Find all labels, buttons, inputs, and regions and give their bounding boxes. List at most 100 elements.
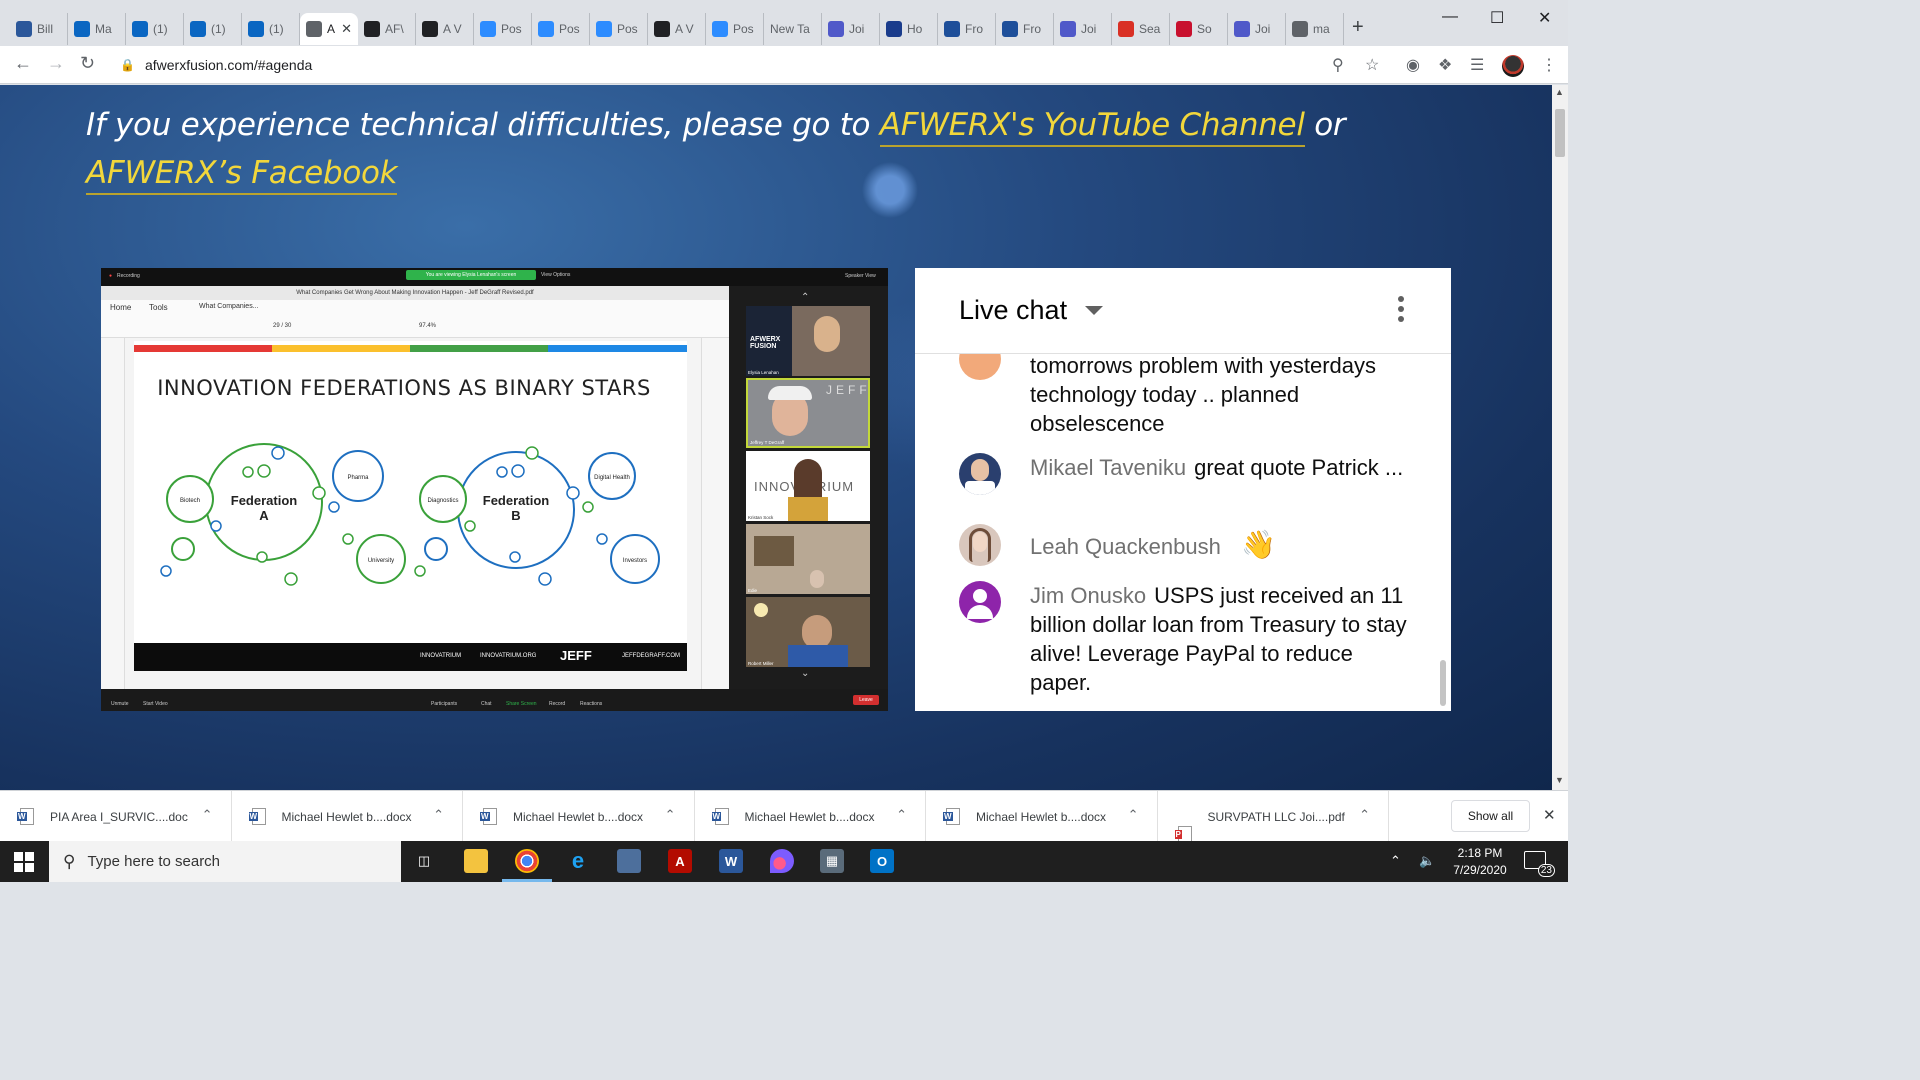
internet-explorer-icon[interactable]: e xyxy=(566,848,590,873)
record-button[interactable]: Record xyxy=(549,701,565,707)
avatar[interactable] xyxy=(959,524,1001,566)
close-shelf-icon[interactable]: ✕ xyxy=(1543,806,1556,824)
chat-button[interactable]: Chat xyxy=(481,701,492,707)
url-text[interactable]: afwerxfusion.com/#agenda xyxy=(145,57,312,73)
view-options-button[interactable]: View Options xyxy=(541,272,570,278)
unmute-button[interactable]: Unmute xyxy=(111,701,129,707)
chevron-up-icon[interactable]: ⌃ xyxy=(665,807,676,823)
browser-tab[interactable]: Joi xyxy=(1054,13,1112,45)
calculator-icon[interactable]: ▦ xyxy=(820,849,844,873)
outlook-icon[interactable]: O xyxy=(870,849,894,873)
acrobat-icon[interactable]: A xyxy=(668,849,692,873)
browser-tab[interactable]: (1) xyxy=(126,13,184,45)
reload-icon[interactable]: ↻ xyxy=(80,53,95,74)
chevron-up-icon[interactable]: ⌃ xyxy=(1359,807,1370,823)
file-explorer-icon[interactable] xyxy=(464,849,488,873)
chat-scrollbar[interactable] xyxy=(1440,660,1446,706)
browser-tab[interactable]: Pos xyxy=(474,13,532,45)
chat-mode-dropdown-icon[interactable] xyxy=(1085,306,1103,315)
browser-tab[interactable]: A ✕ xyxy=(300,13,358,45)
windows-start-icon[interactable] xyxy=(14,852,34,872)
browser-tab[interactable]: A V xyxy=(416,13,474,45)
back-icon[interactable]: ← xyxy=(14,53,32,74)
reactions-button[interactable]: Reactions xyxy=(580,701,602,707)
clock[interactable]: 2:18 PM 7/29/2020 xyxy=(1446,845,1514,879)
close-window-button[interactable]: ✕ xyxy=(1538,8,1551,28)
chevron-up-icon[interactable]: ⌃ xyxy=(1128,807,1139,823)
download-item[interactable]: Michael Hewlet b....docx ⌃ xyxy=(695,791,926,842)
browser-tab[interactable]: AF\ xyxy=(358,13,416,45)
facebook-link[interactable]: AFWERX’s Facebook xyxy=(86,155,398,195)
download-item[interactable]: SURVPATH LLC Joi....pdf ⌃ xyxy=(1158,791,1389,843)
tray-overflow-icon[interactable]: ⌃ xyxy=(1390,853,1401,869)
browser-tab[interactable]: Joi xyxy=(1228,13,1286,45)
chat-author[interactable]: Mikael Taveniku xyxy=(1030,455,1186,480)
gallery-up-icon[interactable]: ⌃ xyxy=(801,292,809,303)
address-bar[interactable]: 🔒 afwerxfusion.com/#agenda xyxy=(112,50,1394,80)
chat-author[interactable]: Jim Onusko xyxy=(1030,583,1146,608)
browser-tab[interactable]: Bill xyxy=(10,13,68,45)
browser-tab[interactable]: Sea xyxy=(1112,13,1170,45)
browser-tab[interactable]: Fro xyxy=(996,13,1054,45)
avatar[interactable] xyxy=(959,581,1001,623)
participants-button[interactable]: Participants xyxy=(431,701,457,707)
speaker-view-button[interactable]: Speaker View xyxy=(845,273,876,279)
browser-tab[interactable]: Pos xyxy=(590,13,648,45)
word-icon[interactable]: W xyxy=(719,849,743,873)
zoom-level[interactable]: 97.4% xyxy=(419,323,436,329)
browser-tab[interactable]: New Ta xyxy=(764,13,822,45)
menu-kebab-icon[interactable]: ⋮ xyxy=(1541,55,1557,75)
close-tab-icon[interactable]: ✕ xyxy=(341,21,352,37)
chevron-up-icon[interactable]: ⌃ xyxy=(896,807,907,823)
chevron-up-icon[interactable]: ⌃ xyxy=(202,807,213,823)
download-item[interactable]: Michael Hewlet b....docx ⌃ xyxy=(463,791,695,842)
media-control-icon[interactable]: ☰ xyxy=(1470,55,1484,75)
chat-author[interactable]: Leah Quackenbush xyxy=(1030,534,1221,559)
page-scrollbar[interactable]: ▲ ▼ xyxy=(1552,85,1568,790)
new-tab-button[interactable]: + xyxy=(1352,16,1364,39)
extensions-puzzle-icon[interactable]: ❖ xyxy=(1438,55,1452,75)
scroll-up-icon[interactable]: ▲ xyxy=(1555,87,1564,97)
taskbar-search-box[interactable]: ⚲ Type here to search xyxy=(49,841,401,882)
maximize-button[interactable]: ☐ xyxy=(1490,8,1504,28)
profile-avatar[interactable] xyxy=(1502,55,1524,77)
browser-tab[interactable]: (1) xyxy=(184,13,242,45)
avatar[interactable] xyxy=(959,453,1001,495)
youtube-channel-link[interactable]: AFWERX's YouTube Channel xyxy=(879,107,1305,147)
search-placeholder[interactable]: Type here to search xyxy=(87,853,220,870)
forward-icon[interactable]: → xyxy=(47,53,65,74)
chat-more-options-icon[interactable] xyxy=(1398,296,1404,326)
leave-button[interactable]: Leave xyxy=(853,695,879,705)
browser-tab[interactable]: Ho xyxy=(880,13,938,45)
browser-tab[interactable]: Fro xyxy=(938,13,996,45)
pdf-doc-tab[interactable]: What Companies... xyxy=(199,303,259,310)
bookmark-star-icon[interactable]: ☆ xyxy=(1365,55,1379,75)
photos-icon[interactable] xyxy=(617,849,641,873)
pdf-menu-tools[interactable]: Tools xyxy=(149,303,168,312)
browser-tab[interactable]: So xyxy=(1170,13,1228,45)
browser-tab[interactable]: Pos xyxy=(532,13,590,45)
minimize-button[interactable]: — xyxy=(1442,8,1458,26)
show-all-downloads-button[interactable]: Show all xyxy=(1451,800,1530,832)
download-item[interactable]: PIA Area I_SURVIC....doc ⌃ xyxy=(0,791,232,842)
chevron-up-icon[interactable]: ⌃ xyxy=(433,807,444,823)
live-chat-title[interactable]: Live chat xyxy=(959,295,1067,326)
extension-circle-icon[interactable]: ◉ xyxy=(1406,55,1420,75)
browser-tab[interactable]: Ma xyxy=(68,13,126,45)
scroll-thumb[interactable] xyxy=(1555,109,1565,157)
browser-tab[interactable]: A V xyxy=(648,13,706,45)
browser-tab[interactable]: Joi xyxy=(822,13,880,45)
chrome-icon[interactable] xyxy=(502,849,552,882)
gallery-down-icon[interactable]: ⌄ xyxy=(801,668,809,679)
browser-tab[interactable]: (1) xyxy=(242,13,300,45)
scroll-down-icon[interactable]: ▼ xyxy=(1555,775,1564,785)
zoom-magnifier-icon[interactable]: ⚲ xyxy=(1332,55,1344,75)
share-screen-button[interactable]: Share Screen xyxy=(506,701,537,707)
start-video-button[interactable]: Start Video xyxy=(143,701,168,707)
page-indicator[interactable]: 29 / 30 xyxy=(273,323,291,329)
browser-tab[interactable]: ma xyxy=(1286,13,1344,45)
zoom-video-player[interactable]: ● Recording You are viewing Elysia Lenah… xyxy=(101,268,888,711)
pdf-menu-home[interactable]: Home xyxy=(110,303,131,312)
notifications-icon[interactable]: 23 xyxy=(1524,851,1555,877)
download-item[interactable]: Michael Hewlet b....docx ⌃ xyxy=(232,791,463,842)
